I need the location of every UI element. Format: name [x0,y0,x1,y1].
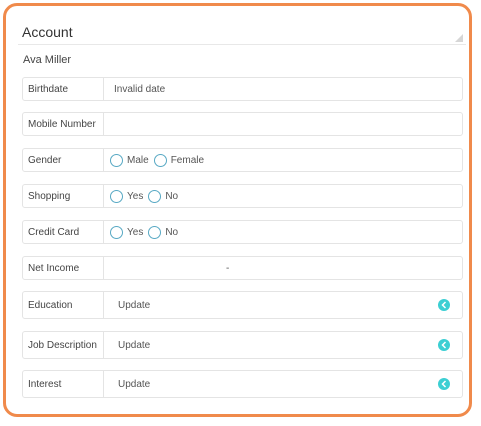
collapse-corner-icon[interactable] [455,34,463,42]
birthdate-row: Birthdate Invalid date [22,77,463,101]
credit-card-row: Credit Card Yes No [22,220,463,244]
mobile-number-field[interactable] [105,113,462,135]
radio-label: Yes [127,190,144,202]
job-description-update-link[interactable]: Update [105,340,150,351]
gender-radio-group: Male Female [105,149,462,171]
birthdate-value[interactable]: Invalid date [105,84,165,95]
education-update-link[interactable]: Update [105,300,150,311]
user-name: Ava Miller [23,54,72,66]
birthdate-field[interactable]: Invalid date [105,78,462,100]
radio-label: Female [170,154,205,166]
interest-field[interactable]: Update [105,371,462,397]
interest-label: Interest [23,371,104,397]
interest-row: Interest Update [22,370,463,398]
job-description-field[interactable]: Update [105,332,462,358]
net-income-value: - [226,262,230,274]
education-field[interactable]: Update [105,292,462,318]
radio-label: No [165,190,179,202]
radio-circle-icon[interactable] [148,225,162,239]
net-income-field[interactable]: - [105,257,462,279]
chevron-left-icon[interactable] [438,339,450,351]
gender-male-option[interactable]: Male [110,153,149,167]
shopping-radio-group: Yes No [105,185,462,207]
radio-label: Yes [127,226,144,238]
shopping-label: Shopping [23,185,104,207]
mobile-row: Mobile Number [22,112,463,136]
mobile-label: Mobile Number [23,113,104,135]
panel-title: Account [22,24,73,40]
net-income-row: Net Income - [22,256,463,280]
education-row: Education Update [22,291,463,319]
radio-label: Male [127,154,149,166]
education-label: Education [23,292,104,318]
shopping-yes-option[interactable]: Yes [110,189,144,203]
interest-update-link[interactable]: Update [105,379,150,390]
shopping-row: Shopping Yes No [22,184,463,208]
radio-label: No [165,226,179,238]
credit-card-no-option[interactable]: No [148,225,179,239]
gender-row: Gender Male Female [22,148,463,172]
shopping-no-option[interactable]: No [148,189,179,203]
radio-circle-icon[interactable] [110,153,123,167]
credit-card-label: Credit Card [23,221,104,243]
radio-circle-icon[interactable] [153,153,167,167]
credit-card-radio-group: Yes No [105,221,462,243]
gender-label: Gender [23,149,104,171]
credit-card-yes-option[interactable]: Yes [110,225,144,239]
radio-circle-icon[interactable] [110,189,123,203]
job-description-label: Job Description [23,332,104,358]
gender-female-option[interactable]: Female [153,153,205,167]
job-description-row: Job Description Update [22,331,463,359]
radio-circle-icon[interactable] [148,189,162,203]
panel-header: Account [18,18,466,45]
radio-circle-icon[interactable] [110,225,123,239]
net-income-label: Net Income [23,257,104,279]
chevron-left-icon[interactable] [438,378,450,390]
chevron-left-icon[interactable] [438,299,450,311]
birthdate-label: Birthdate [23,78,104,100]
